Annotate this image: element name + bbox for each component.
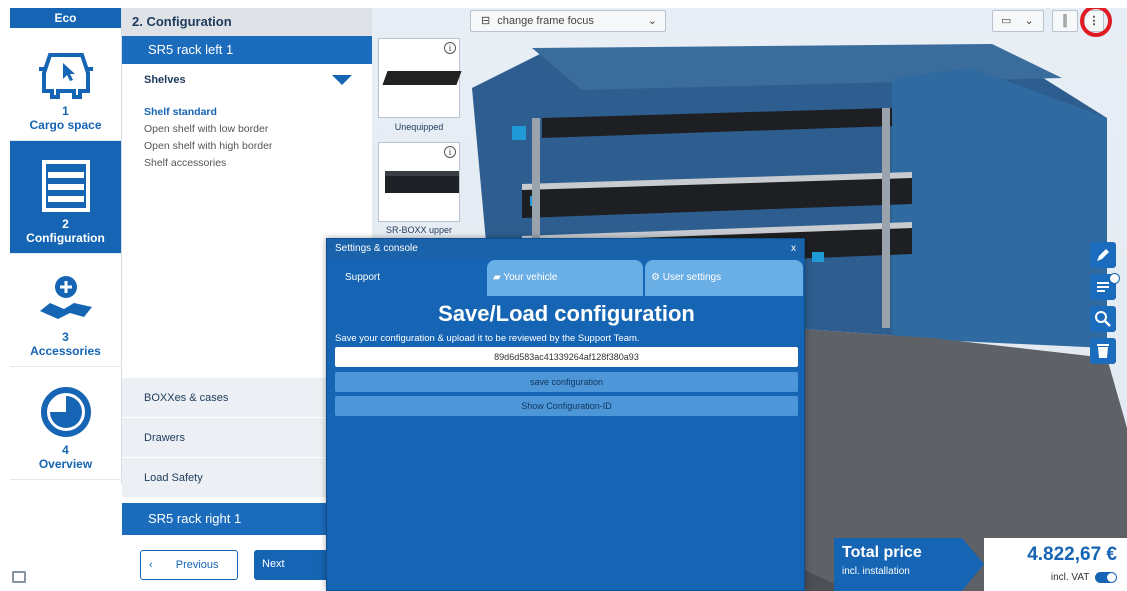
step-number: 1: [62, 104, 69, 118]
step-number: 4: [62, 443, 69, 457]
step-configuration[interactable]: 2 Configuration: [10, 141, 121, 254]
step-accessories[interactable]: 3 Accessories: [10, 254, 121, 367]
pie-overview-icon: [40, 387, 91, 437]
step-label: Accessories: [30, 344, 101, 358]
thumb-unequipped[interactable]: i: [378, 38, 462, 118]
info-icon[interactable]: i: [444, 146, 456, 158]
delete-tool[interactable]: [1090, 338, 1116, 364]
option-open-shelf-low[interactable]: Open shelf with low border: [122, 121, 372, 138]
tab-label: User settings: [662, 272, 722, 283]
close-icon[interactable]: x: [791, 239, 796, 259]
resize-icon[interactable]: [12, 571, 26, 583]
collapse-triangle-icon[interactable]: [332, 75, 352, 85]
price-label-panel: Total price incl. installation: [834, 538, 984, 591]
search-icon: [1095, 311, 1111, 327]
van-icon: ▰: [493, 272, 501, 283]
panel-title: 2. Configuration: [122, 8, 372, 36]
trash-icon: [1097, 344, 1109, 358]
vat-label: incl. VAT: [1050, 572, 1090, 584]
vat-row: incl. VAT: [984, 572, 1117, 583]
option-shelf-accessories[interactable]: Shelf accessories: [122, 155, 372, 172]
dialog-subtext: Save your configuration & upload it to b…: [335, 333, 640, 344]
step-number: 2: [62, 217, 69, 231]
shelf-options: Shelf standard Open shelf with low borde…: [122, 96, 372, 172]
frame-focus-label: change frame focus: [497, 15, 594, 27]
option-shelf-standard[interactable]: Shelf standard: [122, 104, 372, 121]
step-label: Cargo space: [29, 118, 102, 132]
thumb-sr-boxx-upper[interactable]: i: [378, 142, 460, 222]
option-open-shelf-high[interactable]: Open shelf with high border: [122, 138, 372, 155]
tab-user-settings[interactable]: ⚙ User settings: [645, 260, 803, 296]
dialog-heading: Save/Load configuration: [438, 301, 695, 326]
configuration-id-field[interactable]: 89d6d583ac41339264af128f380a93: [335, 347, 798, 367]
show-configuration-id-button[interactable]: Show Configuration-ID: [335, 396, 798, 416]
previous-arrow-icon: ‹: [149, 559, 153, 571]
dialog-tabs: Support ▰ Your vehicle ⚙ User settings: [327, 260, 804, 296]
zoom-tool[interactable]: [1090, 306, 1116, 332]
step-label: Overview: [38, 457, 93, 471]
step-overview[interactable]: 4 Overview: [10, 367, 121, 480]
dialog-titlebar: Settings & console x: [327, 239, 804, 259]
dialog-title: Settings & console: [335, 243, 418, 254]
add-accessories-icon: [39, 276, 92, 319]
gear-icon: ⚙: [651, 272, 660, 283]
info-icon[interactable]: i: [444, 42, 456, 54]
vat-toggle[interactable]: [1095, 572, 1117, 583]
van-view-icon: ▭: [1001, 15, 1012, 27]
rack-toggle[interactable]: ║: [1052, 10, 1078, 32]
frame-focus-select[interactable]: ⊟ change frame focus ⌄: [470, 10, 666, 32]
van-cursor-icon: [38, 53, 93, 99]
thumb-label: Unequipped: [394, 122, 444, 132]
total-price-title: Total price: [842, 544, 922, 561]
step-label: Configuration: [26, 231, 105, 245]
camera-view-select[interactable]: ▭ ⌄: [992, 10, 1044, 32]
total-price-value: 4.822,67 €: [1027, 544, 1117, 565]
step-navigation: Eco 1 Cargo space 2 Configuration 3 Acce…: [10, 8, 122, 484]
tab-label: Your vehicle: [503, 272, 558, 283]
previous-label: Previous: [175, 559, 219, 571]
rack-outline-icon: ║: [1061, 15, 1069, 27]
price-value-panel: 4.822,67 € incl. VAT: [984, 538, 1127, 591]
seat-icon: ⊟: [481, 15, 491, 27]
rack-left-header[interactable]: SR5 rack left 1: [122, 36, 372, 64]
tab-your-vehicle[interactable]: ▰ Your vehicle: [487, 260, 643, 296]
info-badge-icon: [1108, 272, 1120, 284]
previous-button[interactable]: ‹ Previous: [140, 550, 238, 580]
edit-tool[interactable]: [1090, 242, 1116, 268]
eco-badge: Eco: [10, 8, 121, 28]
total-price-sub: incl. installation: [842, 566, 910, 577]
shelves-category[interactable]: Shelves: [122, 64, 372, 96]
empty-shelf-image: [382, 71, 462, 85]
notes-tool[interactable]: [1090, 272, 1120, 300]
chevron-down-icon: ⌄: [1024, 15, 1034, 27]
step-cargo-space[interactable]: 1 Cargo space: [10, 28, 121, 141]
thumb-label: SR-BOXX upper: [385, 225, 453, 235]
tab-label: Support: [345, 272, 381, 283]
total-price-box: Total price incl. installation 4.822,67 …: [834, 538, 1127, 591]
rack-icon: [41, 160, 90, 212]
chevron-down-icon: ⌄: [647, 15, 657, 27]
save-configuration-button[interactable]: save configuration: [335, 372, 798, 392]
step-number: 3: [62, 330, 69, 344]
settings-console-dialog: Settings & console x Support ▰ Your vehi…: [326, 238, 805, 591]
shelves-label: Shelves: [144, 74, 186, 86]
tab-support[interactable]: Support: [329, 260, 485, 296]
boxx-shelf-image: [385, 171, 459, 193]
pencil-icon: [1097, 249, 1109, 261]
